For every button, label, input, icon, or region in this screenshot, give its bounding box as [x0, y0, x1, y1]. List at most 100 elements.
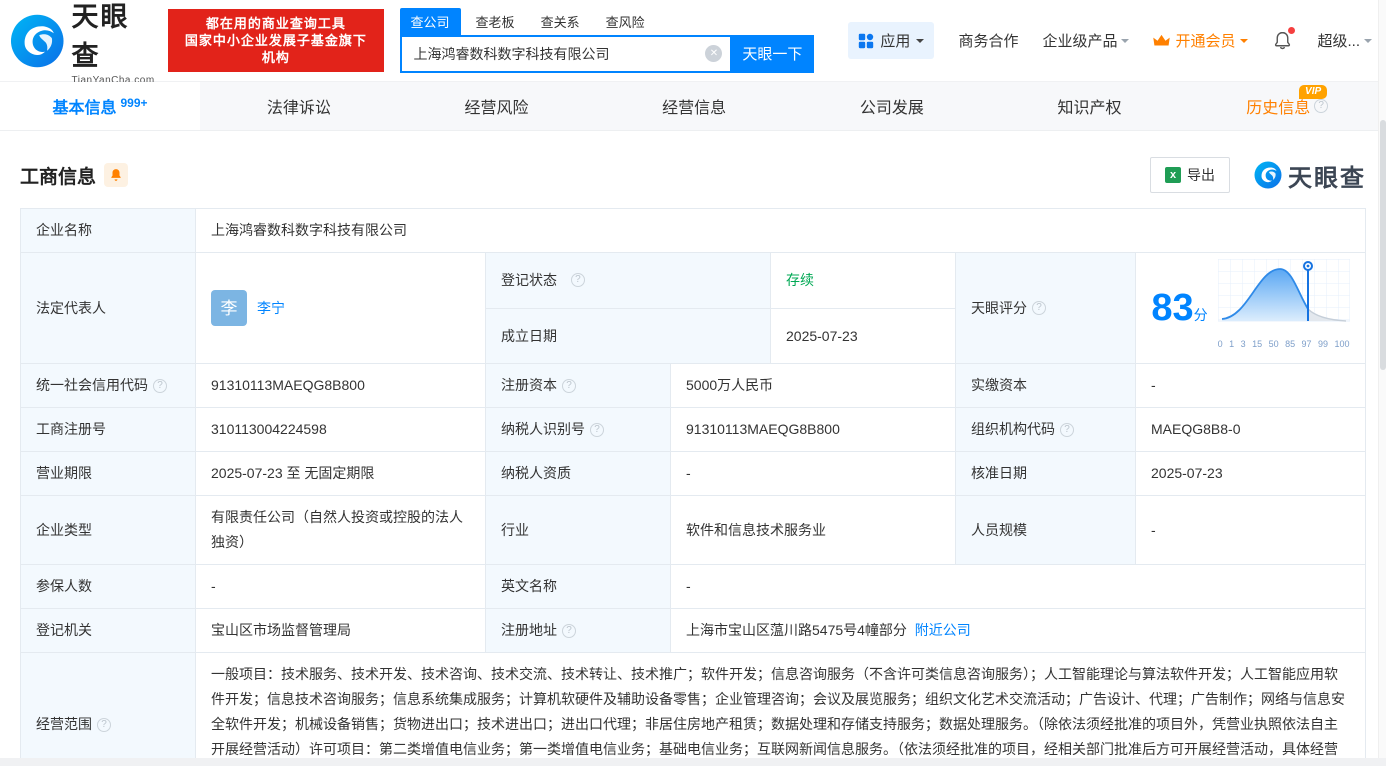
logo-text: 天眼查 TianYanCha.com	[72, 0, 157, 86]
taxpayer-quality-value: -	[671, 452, 956, 495]
staff-size-value: -	[1151, 521, 1156, 538]
taxpayer-id-value: 91310113MAEQG8B800	[671, 408, 956, 451]
search-tab-boss[interactable]: 查老板	[465, 8, 526, 35]
org-code-value: MAEQG8B8-0	[1151, 421, 1241, 437]
industry-value: 软件和信息技术服务业	[671, 496, 956, 564]
business-scope-label: 经营范围	[21, 653, 196, 766]
legal-rep-label: 法定代表人	[21, 253, 196, 363]
company-name-value: 上海鸿睿数科数字科技有限公司	[211, 222, 407, 238]
taxpayer-id-label: 纳税人识别号	[486, 408, 671, 451]
chevron-down-icon	[916, 38, 925, 47]
watermark-brand: 天眼查	[1288, 164, 1366, 192]
promo-badge: 都在用的商业查询工具 国家中小企业发展子基金旗下机构	[168, 9, 384, 72]
help-icon[interactable]	[1060, 422, 1074, 437]
nearby-companies-link[interactable]: 附近公司	[915, 618, 971, 643]
tab-legal-litigation[interactable]: 法律诉讼	[200, 82, 398, 130]
apps-label: 应用	[880, 33, 911, 50]
enterprise-label: 企业级产品	[1042, 33, 1118, 50]
chevron-down-icon	[1240, 38, 1249, 47]
clear-search-icon[interactable]	[705, 45, 723, 62]
search-tab-risk[interactable]: 查风险	[595, 8, 656, 35]
section-title: 工商信息	[20, 166, 97, 188]
scrollbar-thumb[interactable]	[1380, 120, 1386, 370]
reg-status-value: 存续	[771, 253, 956, 308]
nav-open-vip[interactable]: 开通会员	[1153, 30, 1249, 51]
score-number: 83	[1151, 286, 1194, 329]
tab-intellectual-property[interactable]: 知识产权	[991, 82, 1189, 130]
industry-label: 行业	[486, 496, 671, 564]
credit-code-label: 统一社会信用代码	[21, 364, 196, 407]
tab-label: 法律诉讼	[266, 100, 331, 117]
english-name-label: 英文名称	[486, 565, 671, 608]
search-tab-company[interactable]: 查公司	[399, 7, 461, 35]
apps-menu[interactable]: 应用	[848, 22, 935, 59]
approval-date-value: 2025-07-23	[1151, 465, 1223, 481]
business-info-table: 企业名称 上海鸿睿数科数字科技有限公司 法定代表人 李 李宁 登记状态 ? 存续…	[20, 208, 1366, 766]
score-curve-chart	[1217, 258, 1351, 322]
search-button[interactable]: 天眼一下	[730, 34, 815, 73]
reg-capital-value: 5000万人民币	[671, 364, 956, 407]
scrollbar[interactable]	[1378, 0, 1386, 766]
help-icon[interactable]	[153, 378, 167, 393]
tab-history-info[interactable]: VIP 历史信息	[1188, 82, 1386, 130]
reg-status-label-cell: 登记状态	[486, 253, 771, 308]
tab-company-development[interactable]: 公司发展	[793, 82, 991, 130]
vip-badge: VIP	[1299, 85, 1328, 99]
reg-number-label: 工商注册号	[21, 408, 196, 451]
help-icon[interactable]	[590, 422, 604, 437]
legal-rep-avatar[interactable]: 李	[211, 290, 247, 326]
search-tabs: 查公司 查老板 查关系 查风险	[399, 7, 815, 35]
established-label-cell: 成立日期	[486, 308, 771, 363]
nav-business-cooperation[interactable]: 商务合作	[958, 30, 1018, 51]
subscribe-bell-button[interactable]	[104, 163, 129, 187]
table-row: 企业名称 上海鸿睿数科数字科技有限公司	[21, 209, 1365, 253]
business-scope-value: 一般项目：技术服务、技术开发、技术咨询、技术交流、技术转让、技术推广；软件开发；…	[211, 666, 1345, 757]
main-content: 工商信息 导出 天眼查	[0, 157, 1386, 766]
approval-date-label: 核准日期	[956, 452, 1136, 495]
help-icon[interactable]	[97, 717, 111, 732]
reg-authority-label: 登记机关	[21, 609, 196, 652]
excel-icon	[1165, 167, 1181, 183]
business-term-label: 营业期限	[21, 452, 196, 495]
page: 天眼查 TianYanCha.com 都在用的商业查询工具 国家中小企业发展子基…	[0, 0, 1386, 766]
table-row: 统一社会信用代码 91310113MAEQG8B800 注册资本 5000万人民…	[21, 364, 1365, 408]
reg-address-label: 注册地址	[486, 609, 671, 652]
staff-size-label: 人员规模	[956, 496, 1136, 564]
tab-label: 基本信息	[52, 100, 117, 117]
legal-rep-link[interactable]: 李宁	[257, 296, 285, 321]
score-distribution-chart: 0 1 3 15 50 85 97 99 100	[1217, 258, 1351, 357]
promo-line2: 国家中小企业发展子基金旗下机构	[184, 33, 367, 65]
org-code-label: 组织机构代码	[956, 408, 1136, 451]
reg-capital-label: 注册资本	[486, 364, 671, 407]
score-axis-ticks: 0 1 3 15 50 85 97 99 100	[1217, 339, 1350, 349]
export-button[interactable]: 导出	[1150, 157, 1230, 193]
help-icon[interactable]	[1032, 301, 1046, 315]
tab-label: 知识产权	[1057, 100, 1122, 117]
score-cell[interactable]: 83分 0 1 3 15 50 85 97 99 100	[1136, 253, 1365, 363]
notification-bell[interactable]	[1272, 27, 1296, 51]
tab-label: 经营信息	[662, 100, 727, 117]
search-tab-relation[interactable]: 查关系	[530, 8, 591, 35]
help-icon[interactable]	[570, 273, 585, 288]
nav-enterprise-products[interactable]: 企业级产品	[1042, 30, 1130, 51]
search-row: 天眼一下	[399, 34, 815, 73]
paid-capital-label: 实缴资本	[956, 364, 1136, 407]
tab-count-badge: 999+	[120, 96, 148, 110]
help-icon[interactable]	[562, 378, 576, 393]
help-icon[interactable]	[562, 623, 576, 638]
promo-line1: 都在用的商业查询工具	[205, 16, 346, 31]
tab-business-risk[interactable]: 经营风险	[398, 82, 596, 130]
company-name-label: 企业名称	[21, 209, 196, 252]
help-icon[interactable]	[1314, 99, 1329, 113]
english-name-value: -	[686, 578, 691, 594]
company-type-value: 有限责任公司（自然人投资或控股的法人独资）	[196, 496, 486, 564]
tianyancha-logo[interactable]: 天眼查 TianYanCha.com	[10, 0, 156, 86]
tab-basic-info[interactable]: 基本信息 999+	[0, 82, 200, 130]
vip-crown-icon	[1153, 34, 1171, 46]
table-row: 经营范围 一般项目：技术服务、技术开发、技术咨询、技术交流、技术转让、技术推广；…	[21, 653, 1365, 766]
nav-super-vip[interactable]: 超级...	[1317, 30, 1372, 51]
credit-code-value: 91310113MAEQG8B800	[196, 364, 486, 407]
search-input[interactable]	[413, 45, 706, 62]
open-vip-label: 开通会员	[1175, 33, 1236, 50]
tab-business-info[interactable]: 经营信息	[595, 82, 793, 130]
